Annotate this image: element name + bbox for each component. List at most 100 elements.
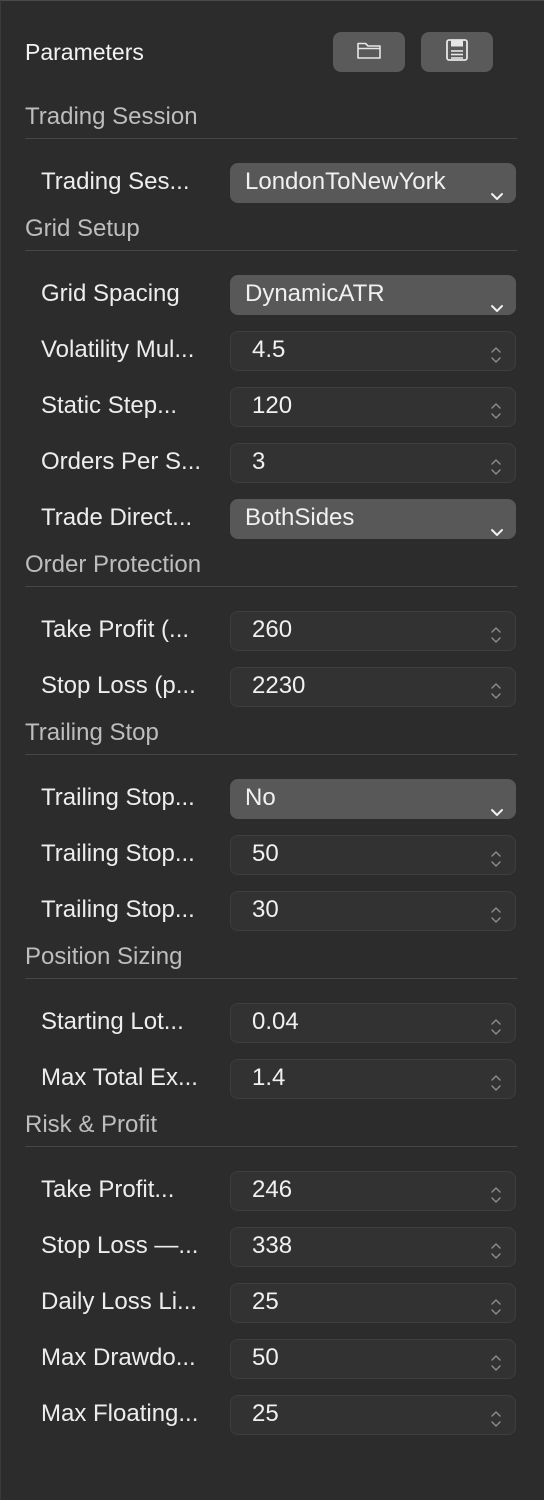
parameter-value: 338 (252, 1232, 293, 1259)
parameter-row: Trailing Stop... 30 (1, 889, 544, 933)
parameter-label: Trading Ses... (41, 168, 190, 195)
floppy-disk-icon (445, 38, 469, 67)
stepper-arrows-icon[interactable] (490, 676, 502, 714)
stepper-arrows-icon[interactable] (490, 1348, 502, 1386)
parameter-number-field[interactable]: 338 (230, 1227, 516, 1267)
stepper-arrows-icon[interactable] (490, 396, 502, 434)
stepper-arrows-icon[interactable] (490, 900, 502, 938)
parameter-label: Take Profit (... (41, 616, 190, 643)
parameter-label: Max Floating... (41, 1400, 199, 1427)
parameter-dropdown[interactable]: LondonToNewYork (230, 163, 516, 203)
parameter-row: Trading Ses... LondonToNewYork (1, 161, 544, 205)
parameter-value: 3 (252, 448, 266, 475)
parameter-value: 25 (252, 1288, 279, 1315)
parameter-number-field[interactable]: 260 (230, 611, 516, 651)
section-header: Position Sizing (25, 943, 183, 970)
parameter-number-field[interactable]: 120 (230, 387, 516, 427)
parameter-row: Static Step... 120 (1, 385, 544, 429)
parameter-row: Take Profit... 246 (1, 1169, 544, 1213)
stepper-arrows-icon[interactable] (490, 1068, 502, 1106)
parameter-value: 120 (252, 392, 293, 419)
parameter-number-field[interactable]: 246 (230, 1171, 516, 1211)
parameter-number-field[interactable]: 30 (230, 891, 516, 931)
section-header: Order Protection (25, 551, 202, 578)
parameter-dropdown[interactable]: No (230, 779, 516, 819)
section-header: Risk & Profit (25, 1111, 158, 1138)
stepper-arrows-icon[interactable] (490, 1180, 502, 1218)
parameter-label: Trailing Stop... (41, 784, 195, 811)
parameter-label: Max Total Ex... (41, 1064, 198, 1091)
section-order-protection: Order Protection (25, 549, 517, 587)
chevron-down-icon (490, 512, 504, 550)
parameter-dropdown[interactable]: DynamicATR (230, 275, 516, 315)
parameter-value: 260 (252, 616, 293, 643)
parameter-number-field[interactable]: 4.5 (230, 331, 516, 371)
parameter-label: Stop Loss (p... (41, 672, 196, 699)
parameter-label: Trailing Stop... (41, 896, 195, 923)
parameter-label: Static Step... (41, 392, 178, 419)
parameter-number-field[interactable]: 50 (230, 835, 516, 875)
parameter-number-field[interactable]: 50 (230, 1339, 516, 1379)
parameter-value: 25 (252, 1400, 279, 1427)
stepper-arrows-icon[interactable] (490, 620, 502, 658)
parameter-dropdown[interactable]: BothSides (230, 499, 516, 539)
open-folder-button[interactable] (333, 32, 405, 72)
parameter-row: Grid Spacing DynamicATR (1, 273, 544, 317)
chevron-down-icon (490, 176, 504, 214)
parameter-value: 2230 (252, 672, 306, 699)
stepper-arrows-icon[interactable] (490, 452, 502, 490)
panel-title: Parameters (25, 39, 144, 65)
parameter-row: Max Drawdo... 50 (1, 1337, 544, 1381)
section-trailing-stop: Trailing Stop (25, 717, 517, 755)
stepper-arrows-icon[interactable] (490, 1404, 502, 1442)
parameter-number-field[interactable]: 25 (230, 1283, 516, 1323)
parameter-label: Stop Loss —... (41, 1232, 199, 1259)
section-risk-profit: Risk & Profit (25, 1109, 517, 1147)
parameter-value: 50 (252, 1344, 279, 1371)
parameter-value: 246 (252, 1176, 293, 1203)
parameter-row: Trailing Stop... 50 (1, 833, 544, 877)
parameter-row: Take Profit (... 260 (1, 609, 544, 653)
parameters-panel: Parameters Trading Session Trading Ses..… (0, 0, 544, 1500)
chevron-down-icon (490, 288, 504, 326)
section-header: Trailing Stop (25, 719, 159, 746)
parameter-label: Trailing Stop... (41, 840, 195, 867)
parameter-label: Volatility Mul... (41, 336, 195, 363)
chevron-down-icon (490, 792, 504, 830)
parameter-row: Daily Loss Li... 25 (1, 1281, 544, 1325)
parameter-label: Orders Per S... (41, 448, 202, 475)
parameter-label: Take Profit... (41, 1176, 175, 1203)
parameter-number-field[interactable]: 2230 (230, 667, 516, 707)
stepper-arrows-icon[interactable] (490, 1012, 502, 1050)
parameter-row: Trade Direct... BothSides (1, 497, 544, 541)
section-trading-session: Trading Session (25, 101, 517, 139)
section-header: Trading Session (25, 103, 198, 130)
parameter-value: No (245, 784, 276, 811)
parameter-label: Max Drawdo... (41, 1344, 196, 1371)
section-header: Grid Setup (25, 215, 140, 242)
stepper-arrows-icon[interactable] (490, 844, 502, 882)
parameter-number-field[interactable]: 0.04 (230, 1003, 516, 1043)
folder-icon (356, 40, 382, 65)
parameter-label: Grid Spacing (41, 280, 180, 307)
parameter-value: 1.4 (252, 1064, 286, 1091)
parameter-value: 50 (252, 840, 279, 867)
parameter-row: Stop Loss —... 338 (1, 1225, 544, 1269)
parameter-value: 30 (252, 896, 279, 923)
parameter-number-field[interactable]: 25 (230, 1395, 516, 1435)
parameter-value: 4.5 (252, 336, 286, 363)
parameter-value: DynamicATR (245, 280, 385, 307)
parameter-value: 0.04 (252, 1008, 299, 1035)
parameter-number-field[interactable]: 3 (230, 443, 516, 483)
parameter-number-field[interactable]: 1.4 (230, 1059, 516, 1099)
section-position-sizing: Position Sizing (25, 941, 517, 979)
parameter-row: Max Total Ex... 1.4 (1, 1057, 544, 1101)
stepper-arrows-icon[interactable] (490, 340, 502, 378)
parameter-row: Stop Loss (p... 2230 (1, 665, 544, 709)
parameter-row: Volatility Mul... 4.5 (1, 329, 544, 373)
save-button[interactable] (421, 32, 493, 72)
stepper-arrows-icon[interactable] (490, 1292, 502, 1330)
stepper-arrows-icon[interactable] (490, 1236, 502, 1274)
parameter-value: BothSides (245, 504, 355, 531)
parameter-row: Starting Lot... 0.04 (1, 1001, 544, 1045)
